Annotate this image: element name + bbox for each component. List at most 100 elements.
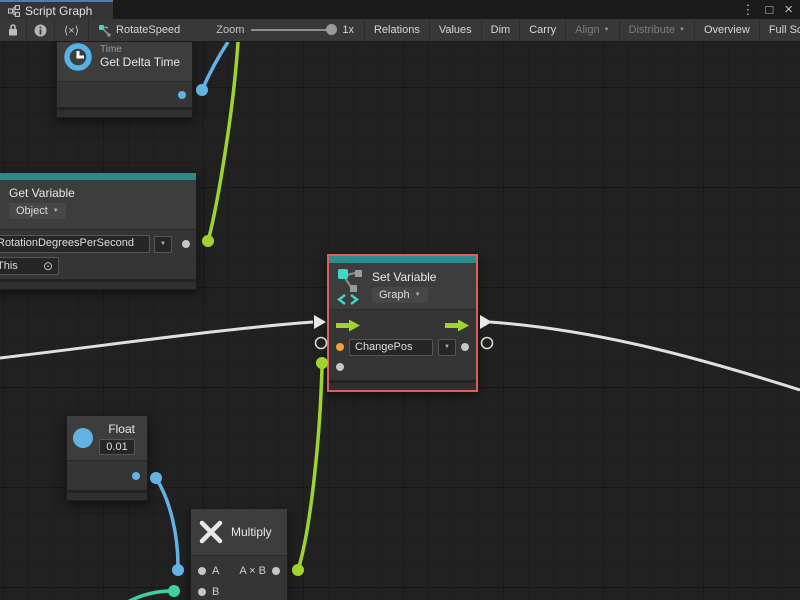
node-multiply[interactable]: Multiply A A × B B [190, 508, 288, 600]
node-title-bar [0, 173, 196, 180]
multiply-row-b: B [191, 581, 287, 600]
node-footer [57, 107, 192, 117]
wire-flow-right [490, 322, 800, 390]
input-b-label: B [212, 586, 219, 598]
script-graph-asset-icon [98, 24, 111, 37]
get-variable-output-port[interactable] [182, 240, 190, 248]
window-tab-bar: Script Graph ⋮ □ × [0, 0, 800, 19]
delta-time-output-port[interactable] [178, 91, 186, 99]
variable-name-input-port[interactable] [336, 343, 344, 351]
fullscreen-button[interactable]: Full Screen [760, 19, 800, 41]
input-b-port[interactable] [198, 588, 206, 596]
info-icon [34, 24, 47, 37]
node-footer [0, 279, 196, 289]
window-menu-icon[interactable]: ⋮ [741, 3, 754, 16]
node-float-header[interactable]: Float 0.01 [67, 416, 147, 460]
code-icon: ⟨×⟩ [64, 24, 79, 37]
zoom-label: Zoom [216, 24, 244, 36]
node-multiply-header[interactable]: Multiply [191, 509, 287, 555]
graph-icon [8, 5, 20, 17]
info-button[interactable] [27, 19, 55, 41]
input-a-port[interactable] [198, 567, 206, 575]
value-input-port[interactable] [336, 363, 344, 371]
wire-flow-left [0, 322, 313, 358]
flow-output-port[interactable] [445, 319, 469, 332]
flow-port-row [329, 314, 476, 336]
tab-title: Script Graph [25, 4, 92, 18]
overview-button[interactable]: Overview [695, 19, 760, 41]
flow-input-port[interactable] [336, 319, 360, 332]
align-dropdown[interactable]: Align ▼ [566, 19, 619, 41]
variable-target-row: This ⊙ [0, 257, 190, 275]
target-object-field[interactable]: This ⊙ [0, 257, 59, 275]
align-label: Align [575, 24, 599, 36]
variable-kind-dropdown[interactable]: Object ▼ [9, 203, 66, 219]
object-picker-icon[interactable]: ⊙ [43, 260, 53, 272]
lock-button[interactable] [0, 19, 27, 41]
variable-name-dropdown[interactable]: ▼ [438, 339, 456, 356]
output-label: A × B [239, 565, 266, 577]
chevron-down-icon: ▼ [53, 208, 59, 214]
unconnected-ring-left [316, 338, 327, 349]
unconnected-ring-right [482, 338, 493, 349]
distribute-dropdown[interactable]: Distribute ▼ [620, 19, 695, 41]
node-get-variable[interactable]: Get Variable Object ▼ RotationDegreesPer… [0, 172, 197, 290]
tab-script-graph[interactable]: Script Graph [0, 0, 113, 19]
multiply-icon [199, 520, 223, 544]
output-port[interactable] [272, 567, 280, 575]
node-title-bar [329, 256, 476, 263]
node-set-variable-body: ChangePos ▼ [329, 309, 476, 380]
graph-breadcrumb[interactable]: RotateSpeed [89, 19, 189, 41]
unity-visual-scripting-window: Script Graph ⋮ □ × ⟨×⟩ [0, 0, 800, 600]
value-input-row [329, 358, 476, 376]
close-icon[interactable]: × [784, 2, 793, 17]
wire-delta-time-output [202, 42, 228, 90]
multiply-row-a: A A × B [191, 560, 287, 581]
node-multiply-body: A A × B B [191, 555, 287, 600]
variable-name-field[interactable]: RotationDegreesPerSecond [0, 235, 150, 253]
zoom-slider[interactable] [251, 25, 335, 35]
variable-name-row: ChangePos ▼ [329, 336, 476, 358]
clock-icon [63, 42, 93, 71]
chevron-down-icon: ▼ [415, 292, 421, 298]
node-get-delta-time[interactable]: Time Get Delta Time [56, 42, 193, 118]
relations-button[interactable]: Relations [365, 19, 430, 41]
wire-endpoint [150, 472, 162, 484]
wire-endpoint [168, 585, 180, 597]
float-type-icon [73, 428, 93, 448]
node-title: Float [108, 422, 135, 436]
chevron-down-icon: ▼ [604, 27, 610, 33]
wire-endpoint [196, 84, 208, 96]
variable-name-field[interactable]: ChangePos [349, 339, 433, 356]
values-button[interactable]: Values [430, 19, 482, 41]
variable-name-dropdown[interactable]: ▼ [154, 236, 172, 253]
maximize-icon[interactable]: □ [765, 3, 773, 16]
variable-kind-label: Graph [379, 289, 410, 301]
lock-icon [7, 23, 19, 37]
value-output-port[interactable] [461, 343, 469, 351]
node-float[interactable]: Float 0.01 [66, 415, 148, 501]
carry-button[interactable]: Carry [520, 19, 566, 41]
graph-canvas[interactable]: Time Get Delta Time Get Variable Object … [0, 42, 800, 600]
variable-kind-dropdown[interactable]: Graph ▼ [372, 287, 428, 303]
zoom-control: Zoom 1x [207, 19, 365, 41]
window-controls: ⋮ □ × [741, 0, 793, 19]
dim-button[interactable]: Dim [482, 19, 521, 41]
node-float-body [67, 460, 147, 490]
float-output-port[interactable] [132, 472, 140, 480]
zoom-value: 1x [342, 24, 354, 36]
float-value-input[interactable]: 0.01 [99, 439, 135, 455]
wire-float-to-multiply [156, 478, 178, 566]
wire-get-variable-output [208, 42, 238, 241]
node-set-variable-header[interactable]: Set Variable Graph ▼ [329, 263, 476, 309]
node-get-variable-header[interactable]: Get Variable Object ▼ [0, 180, 196, 229]
code-view-button[interactable]: ⟨×⟩ [55, 19, 89, 41]
node-set-variable[interactable]: Set Variable Graph ▼ [327, 254, 478, 392]
zoom-slider-handle[interactable] [326, 24, 337, 35]
target-object-label: This [0, 260, 18, 272]
chevron-down-icon: ▼ [160, 241, 166, 247]
graph-name-label: RotateSpeed [116, 24, 180, 36]
wire-endpoint [292, 564, 304, 576]
node-get-delta-time-header[interactable]: Time Get Delta Time [57, 42, 192, 81]
variable-kind-label: Object [16, 205, 48, 217]
